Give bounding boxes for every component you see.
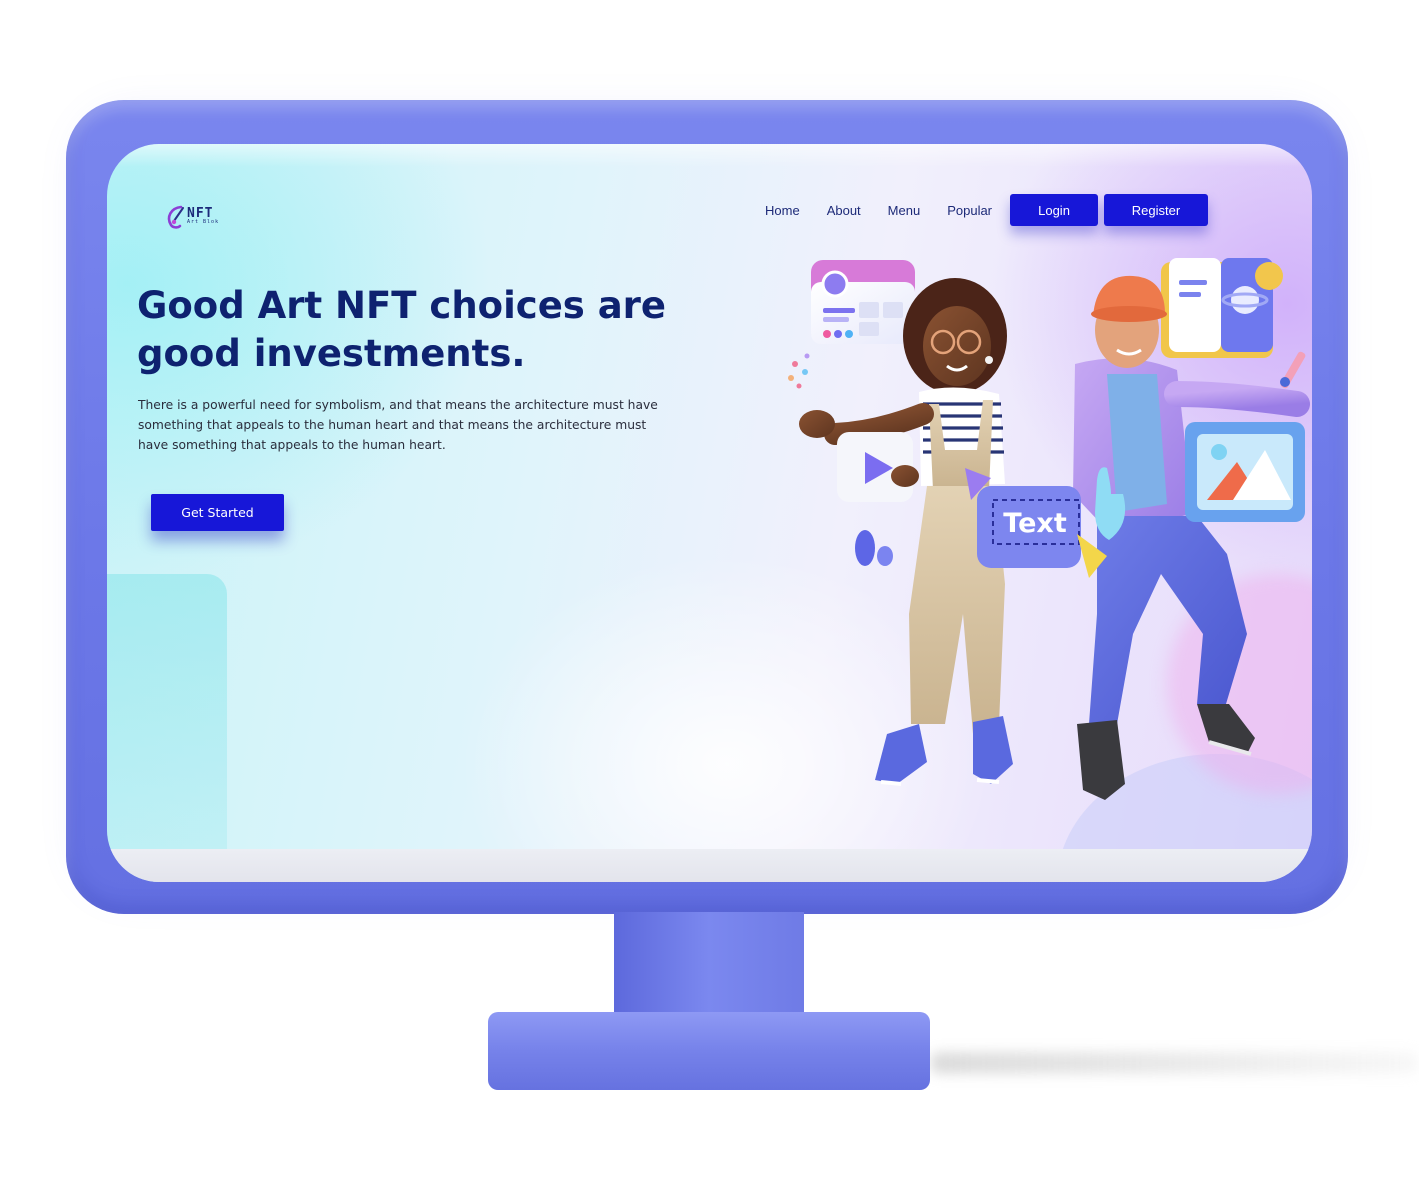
image-card-icon [1185, 422, 1305, 522]
hero-title: Good Art NFT choices are good investment… [137, 282, 697, 378]
top-nav: Home About Menu Popular Login Register [765, 194, 1209, 226]
hero-title-line1: Good Art NFT choices are [137, 284, 667, 327]
base-shadow [930, 1052, 1419, 1074]
monitor-screen: NFT Art Blok Home About Menu Popular Log… [107, 144, 1312, 882]
hero-title-line2: good investments. [137, 332, 526, 375]
brush-icon [1280, 351, 1306, 389]
nav-menu[interactable]: Menu [888, 203, 921, 218]
screen-bottom-bezel [107, 849, 1312, 882]
text-tag-label: Text [1003, 508, 1067, 539]
monitor-base [488, 1012, 930, 1090]
nav-popular[interactable]: Popular [947, 203, 992, 218]
site-logo[interactable]: NFT Art Blok [165, 200, 229, 232]
confetti-decor [788, 353, 810, 389]
hero-illustration: Text [788, 258, 1310, 800]
nav-about[interactable]: About [827, 203, 861, 218]
book-icon [1161, 258, 1283, 358]
decor-blob-left [107, 574, 227, 882]
nav-home[interactable]: Home [765, 203, 800, 218]
hero-description: There is a powerful need for symbolism, … [138, 398, 658, 452]
paintbrush-icon [165, 204, 185, 229]
screen-top-highlight [107, 144, 1312, 167]
register-button[interactable]: Register [1104, 194, 1209, 226]
profile-card-icon [811, 260, 915, 344]
login-button[interactable]: Login [1010, 194, 1099, 226]
get-started-button[interactable]: Get Started [151, 494, 284, 531]
logo-subtitle: Art Blok [187, 219, 220, 225]
